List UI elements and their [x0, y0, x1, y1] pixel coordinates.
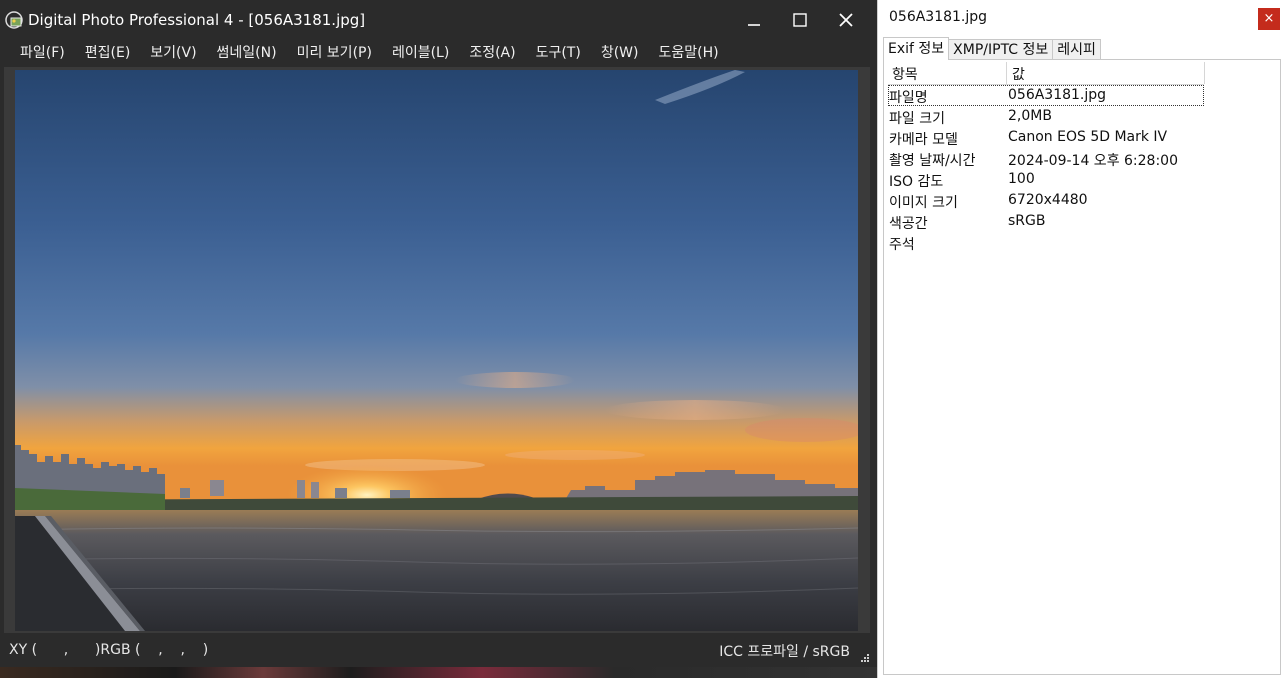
row-value: 056A3181.jpg [1008, 87, 1107, 103]
preview-photo[interactable] [15, 70, 858, 631]
row-key: 색공간 [889, 216, 928, 232]
minimize-icon [748, 24, 760, 26]
status-bar: XY ( , )RGB ( , , ) ICC 프로파일 / sRGB [0, 633, 877, 667]
menu-help[interactable]: 도움말(H) [648, 40, 728, 67]
exif-tab-panel: 항목 값 파일명 056A3181.jpg 파일 크기 2,0MB 카메라 모델… [883, 59, 1281, 675]
info-close-button[interactable]: × [1258, 8, 1280, 30]
row-value: Canon EOS 5D Mark IV [1008, 129, 1168, 145]
column-divider[interactable] [1006, 62, 1007, 84]
dpp-app-icon [5, 11, 23, 29]
row-key: 파일 크기 [889, 111, 945, 127]
menu-view[interactable]: 보기(V) [140, 40, 206, 67]
row-value: 2024-09-14 오후 6:28:00 [1008, 153, 1178, 169]
menu-bar: 파일(F) 편집(E) 보기(V) 썸네일(N) 미리 보기(P) 레이블(L)… [0, 40, 877, 67]
close-button[interactable] [823, 0, 869, 40]
table-row[interactable]: 촬영 날짜/시간 2024-09-14 오후 6:28:00 [888, 148, 1204, 169]
close-icon: × [1263, 11, 1275, 26]
row-value: 6720x4480 [1008, 192, 1088, 208]
menu-edit[interactable]: 편집(E) [75, 40, 141, 67]
icc-profile-label: ICC 프로파일 / sRGB [719, 644, 850, 660]
menu-tools[interactable]: 도구(T) [526, 40, 591, 67]
menu-window[interactable]: 창(W) [591, 40, 649, 67]
table-row[interactable]: 색공간 sRGB [888, 211, 1204, 232]
menu-label[interactable]: 레이블(L) [382, 40, 459, 67]
menu-preview[interactable]: 미리 보기(P) [287, 40, 382, 67]
table-row[interactable]: 이미지 크기 6720x4480 [888, 190, 1204, 211]
table-header: 항목 값 [888, 62, 1205, 85]
table-row[interactable]: ISO 감도 100 [888, 169, 1204, 190]
info-window-title: 056A3181.jpg [889, 9, 988, 25]
info-tabs: Exif 정보 XMP/IPTC 정보 레시피 [883, 37, 1101, 60]
maximize-icon [793, 13, 807, 27]
column-header-item[interactable]: 항목 [892, 64, 918, 84]
row-key: 파일명 [889, 90, 928, 106]
cursor-readout: XY ( , )RGB ( , , ) [9, 642, 209, 658]
window-title: Digital Photo Professional 4 - [056A3181… [28, 11, 366, 29]
row-key: ISO 감도 [889, 174, 944, 190]
title-bar[interactable]: Digital Photo Professional 4 - [056A3181… [0, 0, 877, 40]
table-row[interactable]: 파일명 056A3181.jpg [888, 85, 1204, 106]
table-row[interactable]: 카메라 모델 Canon EOS 5D Mark IV [888, 127, 1204, 148]
menu-file[interactable]: 파일(F) [0, 40, 75, 67]
tab-xmp-iptc[interactable]: XMP/IPTC 정보 [948, 39, 1054, 60]
row-value: 100 [1008, 171, 1035, 187]
row-key: 주석 [889, 237, 915, 253]
minimize-button[interactable] [731, 0, 777, 40]
row-key: 이미지 크기 [889, 195, 958, 211]
row-key: 카메라 모델 [889, 132, 958, 148]
row-key: 촬영 날짜/시간 [889, 153, 976, 169]
background-window-strip [0, 667, 877, 678]
dpp-main-window: Digital Photo Professional 4 - [056A3181… [0, 0, 877, 678]
tab-recipe[interactable]: 레시피 [1052, 39, 1101, 60]
close-icon [839, 13, 853, 27]
resize-grip-icon[interactable] [859, 652, 869, 662]
info-window: 056A3181.jpg × Exif 정보 XMP/IPTC 정보 레시피 항… [877, 0, 1282, 678]
column-header-value[interactable]: 값 [1012, 64, 1025, 84]
tab-exif[interactable]: Exif 정보 [883, 37, 950, 60]
row-value: 2,0MB [1008, 108, 1052, 124]
row-value: sRGB [1008, 213, 1046, 229]
exif-table: 항목 값 파일명 056A3181.jpg 파일 크기 2,0MB 카메라 모델… [888, 62, 1205, 253]
info-title-bar[interactable]: 056A3181.jpg × [878, 0, 1282, 36]
maximize-button[interactable] [777, 0, 823, 40]
table-row[interactable]: 파일 크기 2,0MB [888, 106, 1204, 127]
column-divider[interactable] [1204, 62, 1205, 84]
table-row[interactable]: 주석 [888, 232, 1204, 253]
menu-thumbnail[interactable]: 썸네일(N) [207, 40, 287, 67]
menu-adjust[interactable]: 조정(A) [459, 40, 525, 67]
